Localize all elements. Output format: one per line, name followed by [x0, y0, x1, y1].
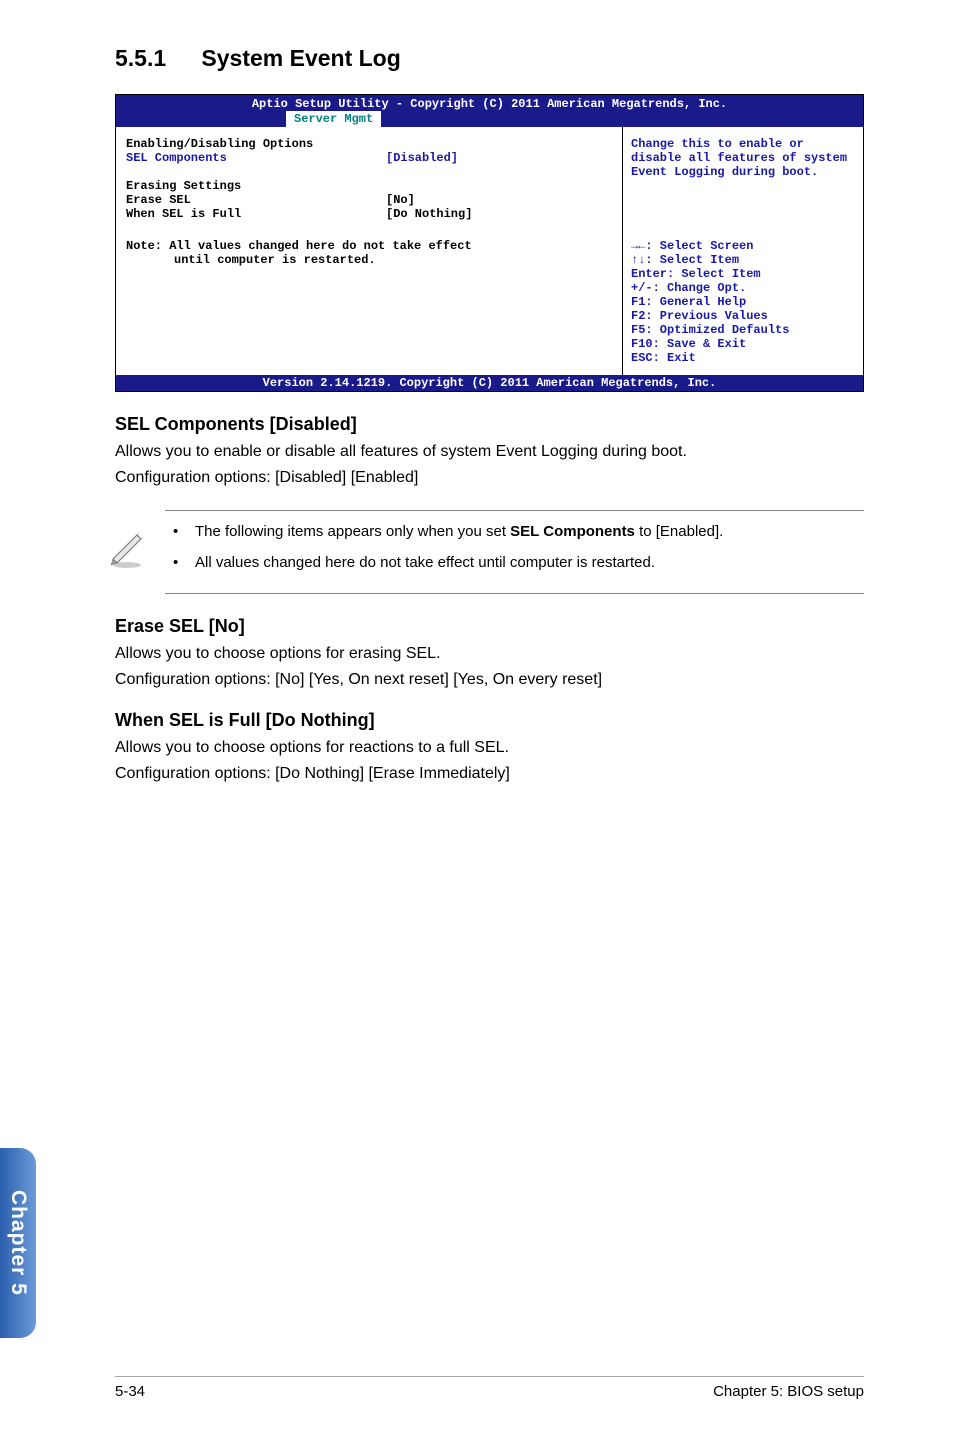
- bios-help-line: F2: Previous Values: [631, 309, 855, 323]
- erase-sel-desc: Allows you to choose options for erasing…: [115, 643, 864, 665]
- note-text: The following items appears only when yo…: [195, 523, 510, 540]
- heading-number: 5.5.1: [115, 45, 195, 72]
- sel-components-options: Configuration options: [Disabled] [Enabl…: [115, 467, 864, 489]
- bios-section-label: Enabling/Disabling Options: [126, 137, 612, 151]
- when-sel-full-options: Configuration options: [Do Nothing] [Era…: [115, 763, 864, 785]
- page-number: 5-34: [115, 1383, 145, 1400]
- when-sel-full-label: When SEL is Full: [126, 207, 386, 221]
- pencil-icon: [107, 529, 147, 569]
- bios-help-line: F10: Save & Exit: [631, 337, 855, 351]
- sel-components-value: [Disabled]: [386, 151, 458, 165]
- bios-section-label: Erasing Settings: [126, 179, 612, 193]
- bios-help-pane: Change this to enable or disable all fea…: [623, 127, 863, 375]
- bios-help-line: +/-: Change Opt.: [631, 281, 855, 295]
- bios-note-line2: until computer is restarted.: [126, 253, 612, 267]
- bios-help-line: F5: Optimized Defaults: [631, 323, 855, 337]
- erase-sel-label: Erase SEL: [126, 193, 386, 207]
- sel-components-heading: SEL Components [Disabled]: [115, 414, 864, 435]
- chapter-label: Chapter 5: BIOS setup: [713, 1383, 864, 1400]
- bios-help-line: ↑↓: Select Item: [631, 253, 855, 267]
- when-sel-full-value: [Do Nothing]: [386, 207, 472, 221]
- when-sel-full-heading: When SEL is Full [Do Nothing]: [115, 710, 864, 731]
- section-heading: 5.5.1 System Event Log: [115, 45, 864, 72]
- erase-sel-options: Configuration options: [No] [Yes, On nex…: [115, 669, 864, 691]
- bios-note-line1: Note: All values changed here do not tak…: [126, 239, 612, 253]
- bios-help-line: ESC: Exit: [631, 351, 855, 365]
- note-block: The following items appears only when yo…: [165, 510, 864, 594]
- sel-components-desc: Allows you to enable or disable all feat…: [115, 441, 864, 463]
- bios-help-line: F1: General Help: [631, 295, 855, 309]
- note-item-1: The following items appears only when yo…: [195, 521, 864, 542]
- erase-sel-heading: Erase SEL [No]: [115, 616, 864, 637]
- erase-sel-value: [No]: [386, 193, 415, 207]
- when-sel-full-desc: Allows you to choose options for reactio…: [115, 737, 864, 759]
- note-text: to [Enabled].: [635, 523, 723, 540]
- bios-help-line: Enter: Select Item: [631, 267, 855, 281]
- page-footer: 5-34 Chapter 5: BIOS setup: [115, 1376, 864, 1400]
- sel-components-label: SEL Components: [126, 151, 386, 165]
- bios-tab-row: Server Mgmt: [116, 111, 863, 127]
- chapter-tab: Chapter 5: [0, 1148, 36, 1338]
- bios-screen: Aptio Setup Utility - Copyright (C) 2011…: [115, 94, 864, 392]
- bios-header: Aptio Setup Utility - Copyright (C) 2011…: [116, 95, 863, 111]
- heading-title: System Event Log: [201, 45, 400, 71]
- bios-footer: Version 2.14.1219. Copyright (C) 2011 Am…: [116, 375, 863, 391]
- note-item-2: All values changed here do not take effe…: [195, 552, 864, 573]
- bios-left-pane: Enabling/Disabling Options SEL Component…: [116, 127, 623, 375]
- bios-tab-server-mgmt: Server Mgmt: [286, 111, 381, 127]
- bios-help-desc: Change this to enable or disable all fea…: [631, 137, 855, 179]
- note-bold: SEL Components: [510, 523, 635, 540]
- bios-help-line: →←: Select Screen: [631, 239, 855, 253]
